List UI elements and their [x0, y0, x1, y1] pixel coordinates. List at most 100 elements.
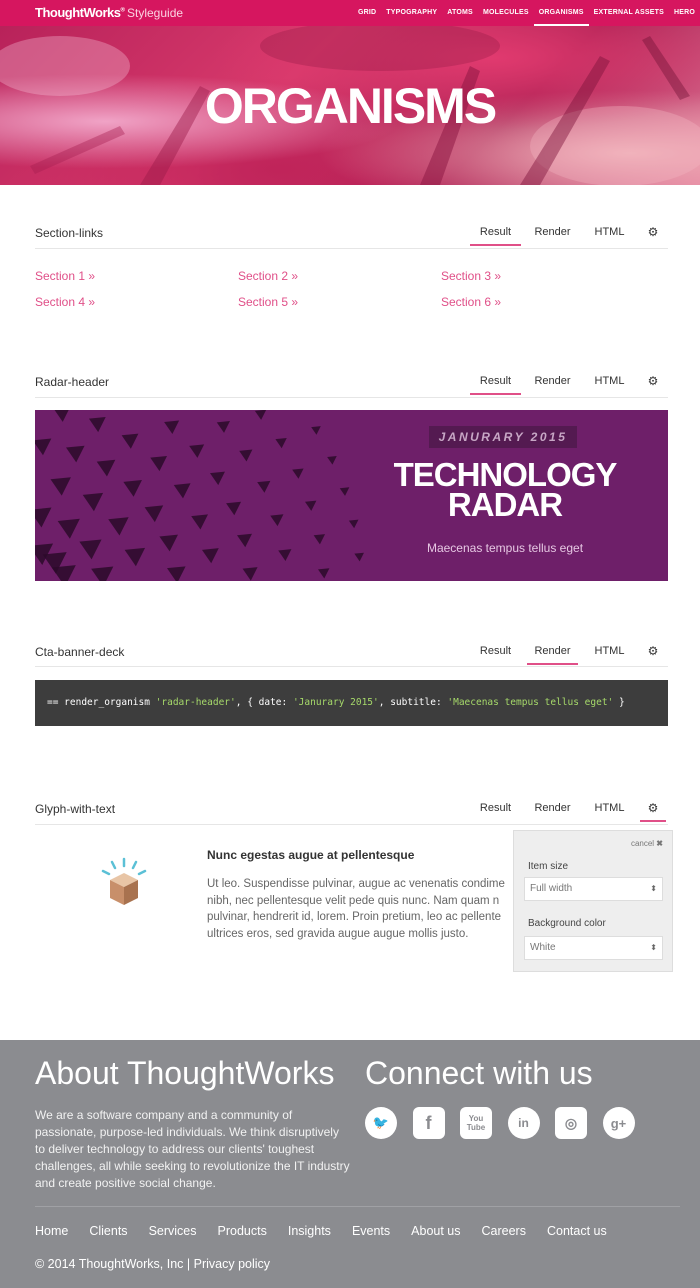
radar-blip	[88, 416, 106, 433]
radar-blip	[51, 565, 76, 581]
box-glyph-icon	[101, 857, 147, 905]
radar-blips-graphic	[35, 410, 364, 581]
radar-header-title: Radar-header	[35, 375, 110, 389]
background-color-select[interactable]: White ⬍	[524, 936, 663, 960]
glyph-paragraph: Ut leo. Suspendisse pulvinar, augue ac v…	[207, 878, 505, 940]
radar-blip	[242, 567, 258, 581]
divider	[35, 248, 668, 249]
radar-blip	[159, 534, 179, 552]
linkedin-icon[interactable]: in	[507, 1107, 540, 1139]
nav-organisms[interactable]: ORGANISMS	[533, 0, 589, 26]
nav-molecules[interactable]: MOLECULES	[478, 0, 534, 26]
radar-blip	[79, 539, 102, 560]
hero-banner: ORGANISMS	[0, 26, 700, 185]
radar-blip	[164, 420, 180, 435]
radar-blip	[50, 477, 71, 496]
radar-blip	[166, 566, 186, 581]
radar-blip	[254, 410, 267, 420]
radar-blip	[91, 566, 114, 581]
privacy-policy-link[interactable]: Privacy policy	[194, 1257, 270, 1271]
nav-grid[interactable]: GRID	[353, 0, 381, 26]
radar-blip	[327, 456, 337, 465]
divider	[35, 397, 668, 398]
footer-link-events[interactable]: Events	[352, 1224, 390, 1238]
radar-blip	[191, 514, 209, 530]
tab-result[interactable]: Result	[467, 371, 524, 395]
select-arrows-icon: ⬍	[650, 943, 657, 952]
weibo-icon[interactable]: ◎	[555, 1107, 587, 1139]
radar-blip	[35, 507, 52, 528]
section-link-5[interactable]: Section 5 »	[238, 295, 298, 309]
footer-link-contact-us[interactable]: Contact us	[547, 1224, 607, 1238]
tab-render[interactable]: Render	[524, 222, 581, 246]
radar-headline: TECHNOLOGY RADAR	[393, 456, 618, 523]
cancel-button[interactable]: cancel ✖	[631, 839, 663, 848]
nav-typography[interactable]: TYPOGRAPHY	[381, 0, 442, 26]
styleguide-label: Styleguide	[127, 6, 184, 20]
glyph-with-text-title: Glyph-with-text	[35, 802, 116, 816]
google-plus-icon[interactable]: g+	[602, 1107, 635, 1139]
section-link-2[interactable]: Section 2 »	[238, 269, 298, 283]
radar-blip	[216, 421, 230, 433]
glyph-with-text-tabs: Result Render HTML ⚙	[467, 798, 668, 822]
radar-blip	[305, 500, 317, 511]
radar-blip	[237, 533, 253, 548]
nav-external-assets[interactable]: EXTERNAL ASSETS	[589, 0, 669, 26]
facebook-icon[interactable]: f	[412, 1107, 445, 1139]
settings-gear-icon[interactable]: ⚙	[638, 371, 668, 395]
tab-result[interactable]: Result	[467, 798, 524, 822]
footer-link-about-us[interactable]: About us	[411, 1224, 460, 1238]
background-color-label: Background color	[528, 918, 606, 929]
nav-atoms[interactable]: ATOMS	[442, 0, 478, 26]
radar-header-tabs: Result Render HTML ⚙	[467, 371, 668, 395]
radar-blip	[311, 426, 321, 435]
youtube-icon[interactable]: You Tube	[460, 1107, 492, 1139]
tab-render[interactable]: Render	[524, 798, 581, 822]
render-code-block: == render_organism 'radar-header', { dat…	[35, 680, 668, 726]
radar-blip	[275, 437, 287, 449]
section-link-6[interactable]: Section 6 »	[441, 295, 501, 309]
thoughtworks-logo[interactable]: ThoughtWorks®	[35, 5, 125, 20]
footer-link-products[interactable]: Products	[218, 1224, 267, 1238]
item-size-label: Item size	[528, 861, 569, 872]
footer-link-clients[interactable]: Clients	[89, 1224, 127, 1238]
radar-blip	[54, 410, 69, 422]
radar-blip	[354, 552, 364, 562]
tab-render[interactable]: Render	[524, 371, 581, 395]
cta-banner-deck-title: Cta-banner-deck	[35, 645, 125, 659]
tab-html[interactable]: HTML	[581, 371, 638, 395]
social-links: 🐦 f You Tube in ◎ g+	[365, 1107, 650, 1139]
section-link-3[interactable]: Section 3 »	[441, 269, 501, 283]
tab-render[interactable]: Render	[524, 641, 581, 665]
tab-html[interactable]: HTML	[581, 641, 638, 665]
tab-result[interactable]: Result	[467, 222, 524, 246]
settings-gear-icon[interactable]: ⚙	[638, 222, 668, 246]
section-link-4[interactable]: Section 4 »	[35, 295, 95, 309]
about-heading: About ThoughtWorks	[35, 1055, 335, 1091]
footer-link-services[interactable]: Services	[149, 1224, 197, 1238]
close-icon[interactable]: ✖	[656, 839, 663, 848]
footer-link-careers[interactable]: Careers	[482, 1224, 526, 1238]
radar-blip	[96, 459, 116, 477]
settings-gear-icon[interactable]: ⚙	[638, 798, 668, 822]
twitter-icon[interactable]: 🐦	[365, 1107, 397, 1139]
nav-hero[interactable]: HERO	[669, 0, 700, 26]
tab-result[interactable]: Result	[467, 641, 524, 665]
top-nav-bar: ThoughtWorks® Styleguide GRID TYPOGRAPHY…	[0, 0, 700, 26]
tab-html[interactable]: HTML	[581, 222, 638, 246]
item-size-select[interactable]: Full width ⬍	[524, 877, 663, 901]
tab-html[interactable]: HTML	[581, 798, 638, 822]
radar-blip	[209, 471, 225, 486]
copyright: © 2014 ThoughtWorks, Inc | Privacy polic…	[35, 1257, 271, 1271]
divider	[35, 824, 668, 825]
section-link-1[interactable]: Section 1 »	[35, 269, 95, 283]
footer-link-home[interactable]: Home	[35, 1224, 68, 1238]
connect-heading: Connect with us	[365, 1055, 593, 1091]
settings-gear-icon[interactable]: ⚙	[638, 641, 668, 665]
radar-blip	[35, 438, 52, 456]
footer-link-insights[interactable]: Insights	[288, 1224, 331, 1238]
radar-blip	[123, 480, 142, 497]
radar-blip	[348, 519, 359, 529]
radar-blip	[239, 449, 253, 462]
radar-blip	[318, 568, 330, 579]
